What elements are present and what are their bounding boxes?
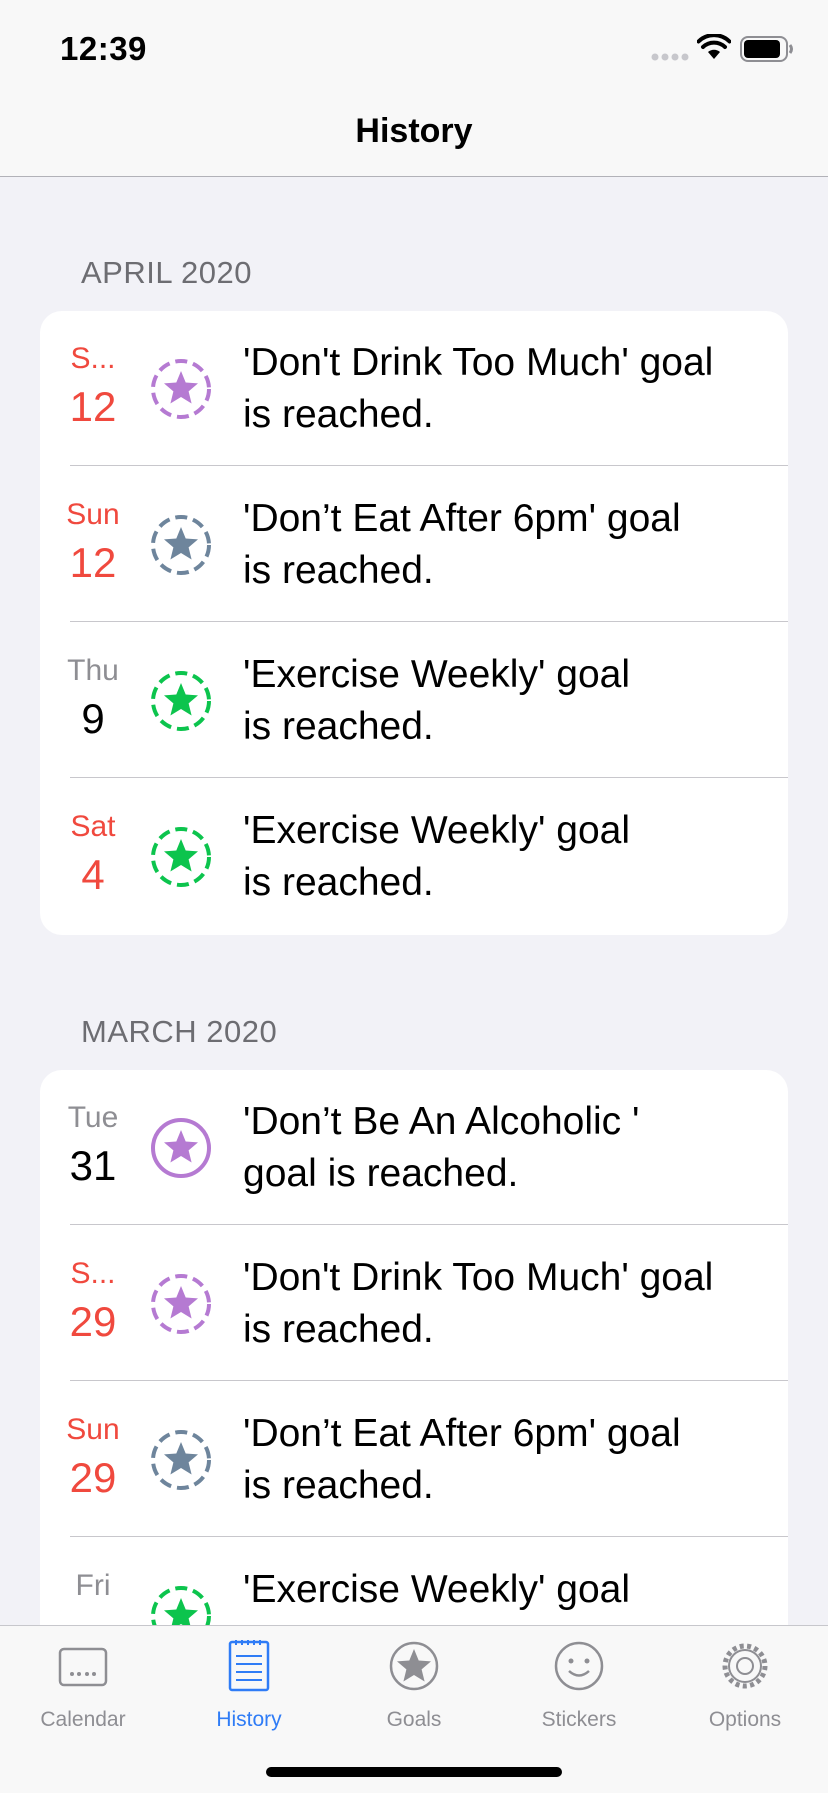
date-column: Sun 29: [60, 1382, 126, 1537]
goal-message-line: 'Don’t Be An Alcoholic ': [243, 1100, 640, 1143]
row-divider: [70, 777, 788, 778]
goal-message-line: 'Don't Drink Too Much' goal: [243, 1256, 714, 1299]
tab-label: Goals: [386, 1708, 442, 1731]
gear-icon: [722, 1643, 768, 1689]
star-dashed-green-icon: [151, 1586, 211, 1625]
goal-message: 'Exercise Weekly' goal is reached.: [243, 649, 763, 753]
day-number: 9: [81, 695, 105, 742]
star-circle-icon: [389, 1641, 439, 1691]
goal-message-line: 'Exercise Weekly' goal: [243, 1568, 630, 1611]
goal-message: 'Exercise Weekly' goal is reached.: [243, 805, 763, 909]
history-row[interactable]: Sun 29 'Don’t Eat After 6pm' goal is rea…: [40, 1382, 788, 1537]
star-dashed-purple-icon: [151, 1274, 211, 1334]
weekday-label: Thu: [67, 654, 119, 687]
day-number: 4: [81, 851, 105, 898]
date-column: S... 12: [60, 311, 126, 466]
star-dashed-green-icon: [151, 671, 211, 731]
goal-message-line: 'Exercise Weekly' goal: [243, 809, 630, 852]
day-number: 29: [69, 1454, 117, 1501]
goal-message-line: 'Don’t Eat After 6pm' goal: [243, 497, 681, 540]
page-title: History: [355, 112, 473, 150]
history-row[interactable]: Tue 31 'Don’t Be An Alcoholic ' goal is …: [40, 1070, 788, 1225]
tab-stickers[interactable]: Stickers: [496, 1626, 662, 1736]
weekday-label: Sun: [66, 498, 120, 531]
row-divider: [70, 621, 788, 622]
goal-message-line: is reached.: [243, 705, 434, 748]
tab-label: Options: [708, 1708, 782, 1731]
status-time: 12:39: [60, 30, 147, 67]
day-number: 31: [69, 1142, 117, 1189]
goal-message-line: is reached.: [243, 861, 434, 904]
navigation-bar: History: [0, 100, 828, 177]
history-row[interactable]: Sun 12 'Don’t Eat After 6pm' goal is rea…: [40, 467, 788, 622]
weekday-label: Fri: [75, 1569, 111, 1602]
weekday-label: Sun: [66, 1413, 120, 1446]
history-list-icon: [228, 1640, 270, 1692]
section-header-april-2020: APRIL 2020: [81, 255, 253, 290]
section-header-march-2020: MARCH 2020: [81, 1014, 278, 1049]
tab-label: Calendar: [40, 1708, 126, 1731]
tab-calendar[interactable]: Calendar: [0, 1626, 166, 1736]
star-dashed-purple-icon: [151, 359, 211, 419]
history-card-march-2020: Tue 31 'Don’t Be An Alcoholic ' goal is …: [40, 1070, 788, 1625]
battery-icon: [740, 36, 793, 62]
goal-message: 'Don't Drink Too Much' goal is reached.: [243, 1252, 763, 1356]
tab-label: Stickers: [541, 1708, 617, 1731]
goal-message: 'Don’t Eat After 6pm' goal is reached.: [243, 1408, 763, 1512]
tab-goals[interactable]: Goals: [331, 1626, 497, 1736]
history-row[interactable]: Thu 9 'Exercise Weekly' goal is reached.: [40, 623, 788, 778]
goal-message-line: is reached.: [243, 393, 434, 436]
history-row[interactable]: Sat 4 'Exercise Weekly' goal is reached.: [40, 779, 788, 934]
wifi-icon: [697, 34, 731, 59]
star-dashed-slate-icon: [151, 515, 211, 575]
row-divider: [70, 465, 788, 466]
weekday-label: S...: [70, 342, 116, 375]
goal-message: 'Don’t Eat After 6pm' goal is reached.: [243, 493, 763, 597]
calendar-icon: [58, 1647, 108, 1687]
tab-history[interactable]: History: [166, 1626, 332, 1736]
history-card-april-2020: S... 12 'Don't Drink Too Much' goal is r…: [40, 311, 788, 935]
tab-label: History: [216, 1708, 282, 1731]
history-row[interactable]: S... 29 'Don't Drink Too Much' goal is r…: [40, 1226, 788, 1381]
goal-message-line: is reached.: [243, 1308, 434, 1351]
date-column: Thu 9: [60, 623, 126, 778]
date-column: S... 29: [60, 1226, 126, 1381]
day-number: 29: [69, 1298, 117, 1345]
goal-message-line: 'Exercise Weekly' goal: [243, 653, 630, 696]
weekday-label: Tue: [67, 1101, 119, 1134]
row-divider: [70, 1224, 788, 1225]
status-bar: 12:39: [0, 0, 828, 100]
date-column: Tue 31: [60, 1070, 126, 1225]
goal-message-line: 'Don't Drink Too Much' goal: [243, 341, 714, 384]
date-column: Sat 4: [60, 779, 126, 934]
home-indicator: [266, 1767, 562, 1777]
star-dashed-green-icon: [151, 827, 211, 887]
goal-message-line: is reached.: [243, 1464, 434, 1507]
row-divider: [70, 1536, 788, 1537]
day-number: 12: [69, 539, 117, 586]
weekday-label: S...: [70, 1257, 116, 1290]
goal-message: 'Don't Drink Too Much' goal is reached.: [243, 337, 763, 441]
smiley-icon: [554, 1641, 604, 1691]
goal-message: 'Don’t Be An Alcoholic ' goal is reached…: [243, 1096, 763, 1200]
goal-message-line: 'Don’t Eat After 6pm' goal: [243, 1412, 681, 1455]
star-solid-circle-purple-icon: [151, 1118, 211, 1178]
tab-options[interactable]: Options: [662, 1626, 828, 1736]
weekday-label: Sat: [70, 810, 116, 843]
history-row[interactable]: Fri 'Exercise Weekly' goal: [40, 1538, 788, 1625]
date-column: Sun 12: [60, 467, 126, 622]
goal-message-line: goal is reached.: [243, 1152, 519, 1195]
goal-message: 'Exercise Weekly' goal: [243, 1564, 763, 1616]
history-list[interactable]: APRIL 2020 S... 12 'Don't Drink Too Much…: [0, 177, 828, 1625]
history-row[interactable]: S... 12 'Don't Drink Too Much' goal is r…: [40, 311, 788, 466]
row-divider: [70, 1380, 788, 1381]
goal-message-line: is reached.: [243, 549, 434, 592]
day-number: 12: [69, 383, 117, 430]
cellular-signal-icon: [651, 53, 689, 61]
date-column: Fri: [60, 1538, 126, 1625]
star-dashed-slate-icon: [151, 1430, 211, 1490]
